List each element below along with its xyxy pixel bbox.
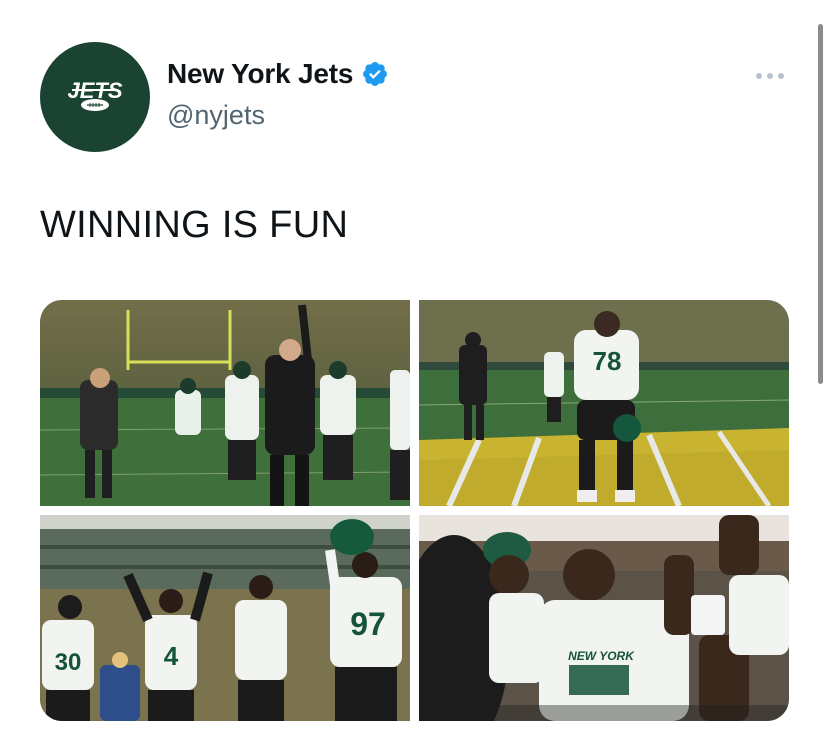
jets-logo-icon: JETS	[67, 78, 123, 111]
more-options-icon	[756, 73, 784, 79]
more-options-button[interactable]	[750, 63, 790, 89]
tweet-page: JETS New York Jets @nyjets WINNING IS FU…	[0, 0, 829, 750]
svg-text:30: 30	[55, 649, 82, 676]
verified-badge-icon	[361, 60, 389, 88]
tweet-text: WINNING IS FUN	[40, 204, 349, 246]
svg-text:97: 97	[350, 606, 386, 642]
avatar[interactable]: JETS	[40, 42, 150, 152]
svg-text:NEW YORK: NEW YORK	[568, 649, 635, 663]
photo-sideline-coaches[interactable]	[40, 300, 410, 506]
author-display-name[interactable]: New York Jets	[167, 58, 353, 90]
media-grid: 78 30 4 97 NEW YORK	[40, 300, 789, 721]
scrollbar[interactable]	[818, 24, 823, 384]
author-name-row: New York Jets	[167, 58, 389, 90]
author-handle[interactable]: @nyjets	[167, 100, 265, 131]
svg-text:78: 78	[593, 346, 622, 376]
photo-player-78-on-field[interactable]: 78	[419, 300, 789, 506]
svg-text:4: 4	[164, 641, 179, 671]
photo-players-celebrating[interactable]: 30 4 97	[40, 515, 410, 721]
photo-locker-room-huddle[interactable]: NEW YORK	[419, 515, 789, 721]
